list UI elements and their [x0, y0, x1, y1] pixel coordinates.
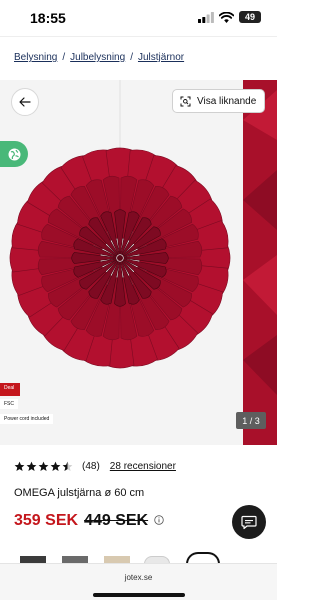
info-icon[interactable]	[154, 515, 164, 525]
wifi-icon	[219, 11, 234, 23]
fsc-badge: FSC	[0, 399, 18, 409]
scan-icon	[180, 96, 191, 106]
battery-level: 49	[244, 12, 255, 22]
power-cord-badge: Power cord included	[0, 414, 54, 424]
paper-star-image	[9, 80, 231, 369]
reviews-link[interactable]: 28 recensioner	[110, 461, 176, 472]
image-counter-label: 1 / 3	[242, 415, 260, 426]
globe-leaf-icon	[8, 148, 20, 160]
breadcrumb-link-julstjarnor[interactable]: Julstjärnor	[138, 52, 184, 63]
price-row: 359 SEK 449 SEK	[14, 512, 164, 530]
original-price: 449 SEK	[84, 512, 149, 529]
back-button[interactable]	[11, 88, 39, 116]
breadcrumb-separator: /	[130, 52, 133, 63]
star-rating	[14, 461, 73, 472]
product-name: OMEGA julstjärna ø 60 cm	[14, 487, 145, 499]
power-cord-badge-label: Power cord included	[4, 416, 50, 422]
product-image[interactable]	[0, 80, 243, 445]
breadcrumb: Belysning / Julbelysning / Julstjärnor	[14, 52, 184, 63]
deal-badge: Deal	[0, 383, 20, 396]
home-indicator	[93, 593, 185, 597]
current-price: 359 SEK	[14, 512, 79, 529]
star-icon	[26, 461, 37, 471]
star-icon	[38, 461, 49, 471]
rating-row[interactable]: (48) 28 recensioner	[14, 461, 176, 472]
next-star-image	[243, 90, 277, 395]
sustainability-button[interactable]	[0, 141, 28, 167]
product-gallery[interactable]	[0, 80, 277, 445]
star-icon	[50, 461, 61, 471]
star-icon	[14, 461, 25, 471]
star-icon	[62, 461, 73, 471]
status-bar: 18:55 49	[0, 0, 277, 36]
chat-bubble-icon	[241, 515, 257, 529]
url-text: jotex.se	[124, 573, 153, 582]
breadcrumb-link-belysning[interactable]: Belysning	[14, 52, 57, 63]
divider	[0, 36, 277, 37]
deal-badge-label: Deal	[4, 385, 15, 391]
breadcrumb-separator: /	[62, 52, 66, 63]
rating-count: (48)	[82, 461, 100, 472]
arrow-left-icon	[19, 97, 31, 107]
chat-button[interactable]	[232, 505, 266, 539]
battery-icon: 49	[239, 11, 261, 23]
next-image-peek[interactable]	[243, 80, 277, 445]
fsc-badge-label: FSC	[4, 401, 14, 407]
signal-icon	[198, 11, 214, 23]
show-similar-label: Visa liknande	[197, 95, 257, 107]
status-time: 18:55	[30, 10, 66, 26]
show-similar-button[interactable]: Visa liknande	[172, 89, 265, 113]
breadcrumb-link-julbelysning[interactable]: Julbelysning	[70, 52, 125, 63]
image-counter: 1 / 3	[236, 412, 266, 429]
status-icons: 49	[198, 11, 261, 23]
